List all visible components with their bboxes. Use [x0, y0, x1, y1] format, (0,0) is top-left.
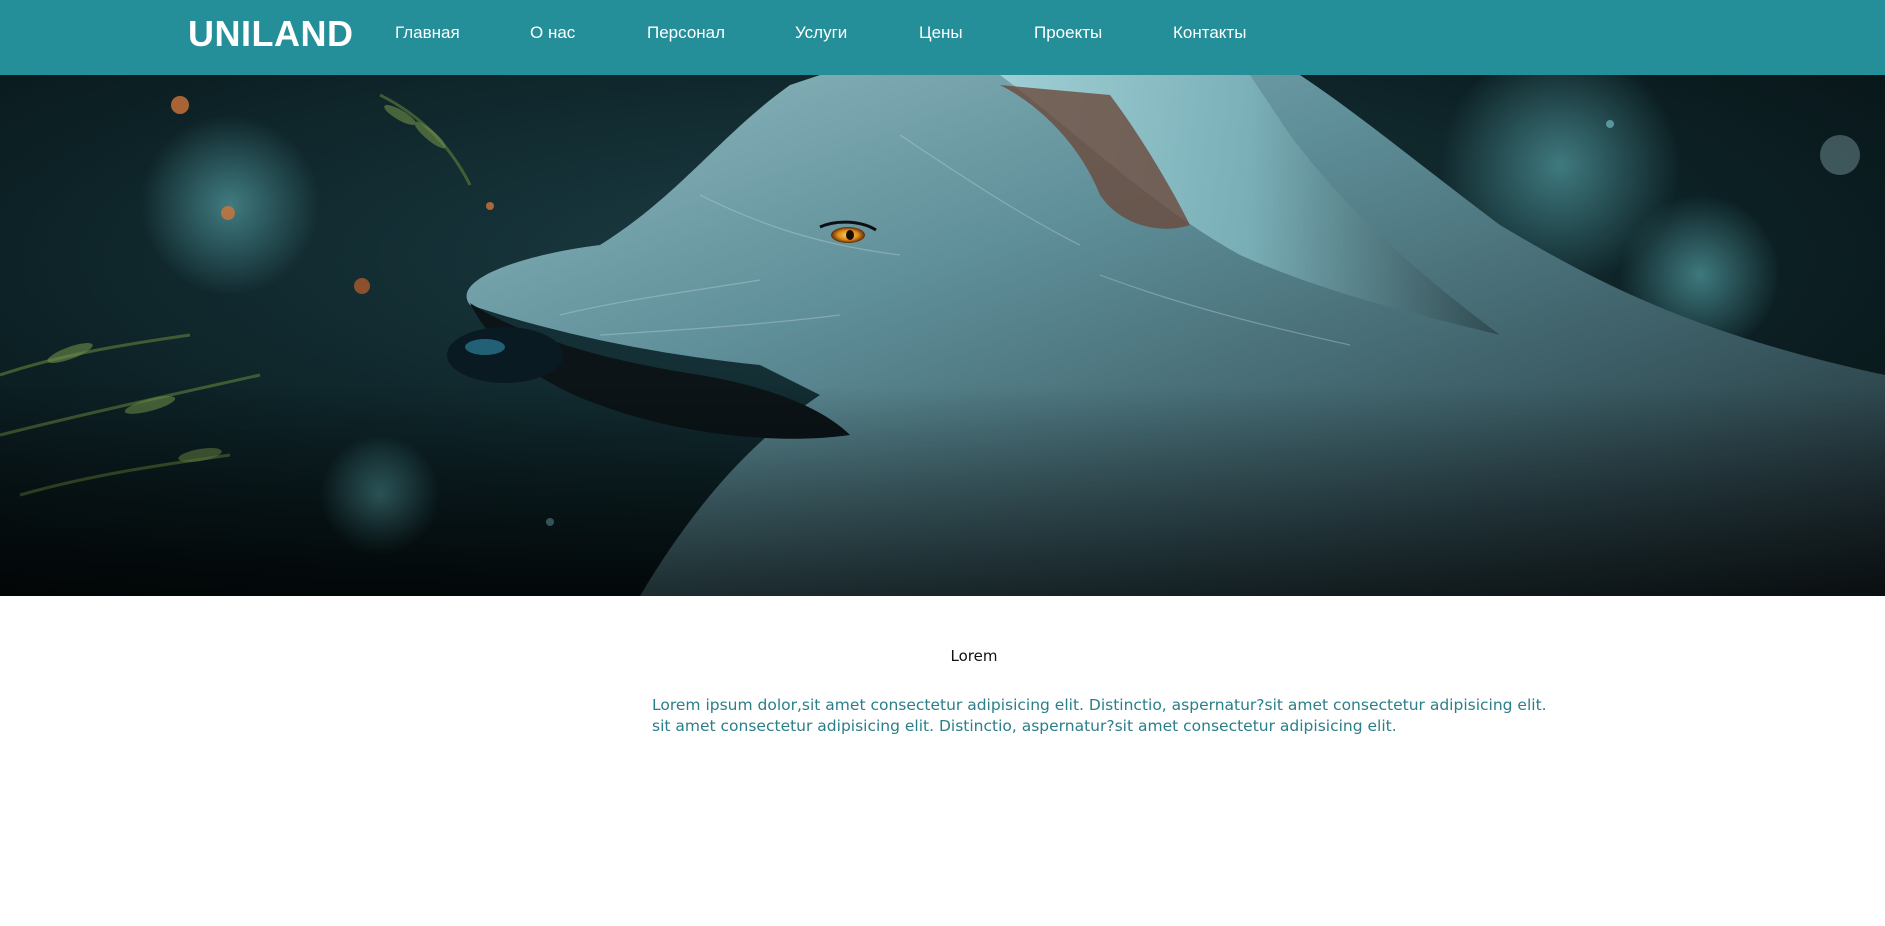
nav-item-contacts[interactable]: Контакты [1173, 23, 1246, 43]
section-title: Lorem [950, 647, 998, 665]
nav-item-home[interactable]: Главная [395, 23, 460, 43]
paragraph-line: sit amet consectetur adipisicing elit. D… [652, 717, 1397, 735]
paragraph-line: Lorem ipsum dolor,sit amet consectetur a… [652, 696, 1547, 714]
nav-item-projects[interactable]: Проекты [1034, 23, 1102, 43]
nav-item-services[interactable]: Услуги [795, 23, 847, 43]
nav-item-prices[interactable]: Цены [919, 23, 963, 43]
nav-item-about[interactable]: О нас [530, 23, 575, 43]
section-paragraph: Lorem ipsum dolor,sit amet consectetur a… [652, 695, 1552, 737]
site-header: UNILAND Главная О нас Персонал Услуги Це… [0, 0, 1885, 75]
hero-wolf-image [0, 75, 1885, 596]
site-logo[interactable]: UNILAND [188, 14, 353, 54]
nav-item-staff[interactable]: Персонал [647, 23, 725, 43]
